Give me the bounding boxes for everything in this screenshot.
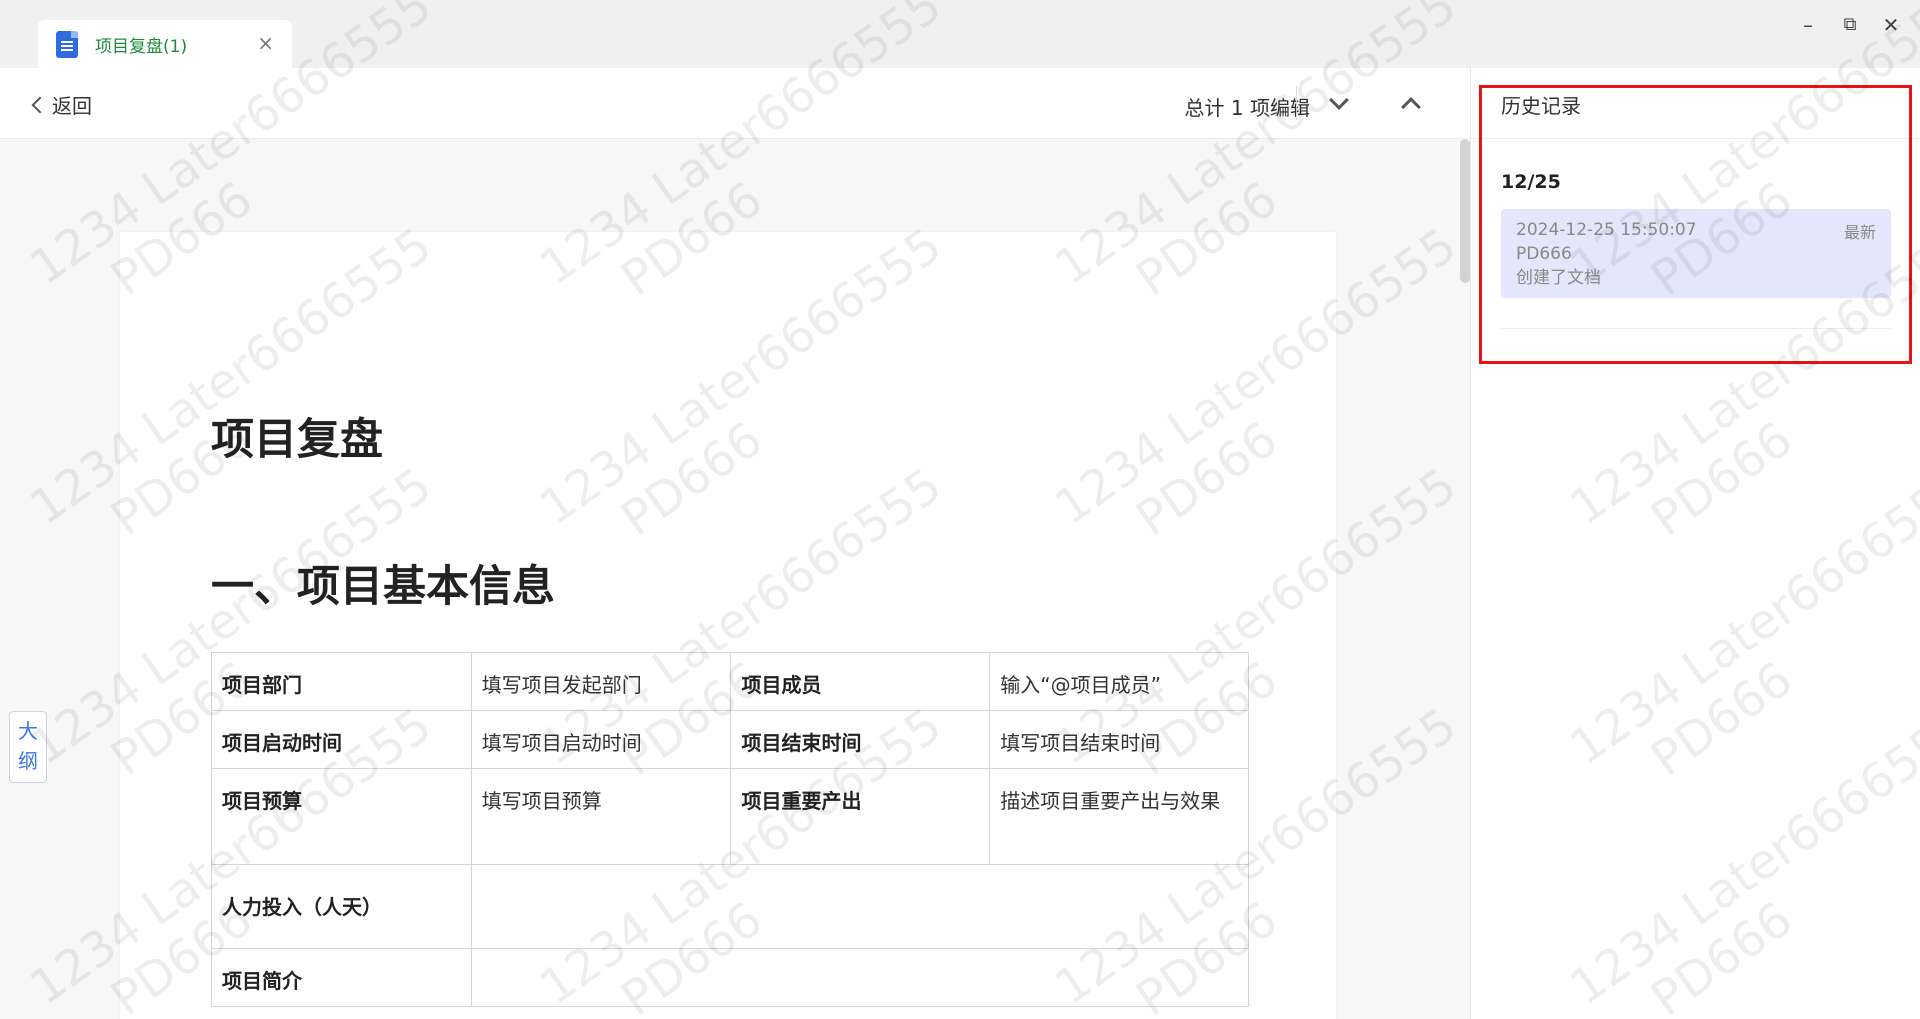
table-row: 项目简介 [211, 948, 1250, 1007]
tab-close-icon[interactable]: × [257, 32, 274, 54]
table-cell: 人力投入（人天） [211, 864, 472, 949]
document-title: 项目复盘 [211, 415, 383, 465]
table-cell: 项目重要产出 [730, 768, 991, 865]
table-cell: 项目简介 [211, 948, 472, 1007]
table-cell [470, 864, 1250, 949]
tab-title: 项目复盘(1) [95, 36, 188, 57]
close-window-icon[interactable]: ✕ [1876, 12, 1906, 38]
table-cell: 填写项目启动时间 [470, 710, 732, 769]
section-heading: 一、项目基本信息 [211, 562, 555, 612]
chevron-down-icon [1329, 90, 1349, 110]
table-cell: 填写项目预算 [470, 768, 732, 865]
toolbar-divider [1296, 86, 1297, 120]
table-row: 项目启动时间 填写项目启动时间 项目结束时间 填写项目结束时间 [211, 710, 1249, 769]
table-cell: 项目预算 [211, 768, 472, 865]
table-row: 项目预算 填写项目预算 项目重要产出 描述项目重要产出与效果 [211, 768, 1249, 865]
table-cell: 填写项目发起部门 [470, 652, 732, 711]
table-cell: 项目结束时间 [730, 710, 991, 769]
document-tab[interactable]: 项目复盘(1) × [38, 20, 292, 68]
restore-icon[interactable]: ⧉ [1835, 12, 1865, 38]
edit-count: 总计 1 项编辑 [1184, 96, 1310, 120]
table-cell: 项目启动时间 [211, 710, 472, 769]
next-edit-button[interactable] [1327, 90, 1351, 116]
project-info-table: 项目部门 填写项目发起部门 项目成员 输入“@项目成员” 项目启动时间 填写项目… [211, 652, 1250, 1007]
history-toolbar: 返回 总计 1 项编辑 [0, 68, 1470, 139]
document-scrollbar[interactable] [1460, 139, 1470, 283]
chevron-left-icon [31, 96, 49, 113]
chevron-up-icon [1401, 97, 1421, 117]
document-icon [56, 30, 78, 58]
table-row: 项目部门 填写项目发起部门 项目成员 输入“@项目成员” [211, 652, 1249, 711]
previous-edit-button[interactable] [1399, 92, 1423, 117]
table-row: 人力投入（人天） [211, 864, 1250, 949]
outline-button[interactable]: 大纲 [9, 711, 47, 783]
table-cell: 输入“@项目成员” [989, 652, 1249, 711]
minimize-icon[interactable]: – [1793, 12, 1823, 38]
table-cell: 项目成员 [730, 652, 991, 711]
back-button[interactable]: 返回 [30, 90, 92, 119]
document-area[interactable]: 项目复盘 一、项目基本信息 项目部门 填写项目发起部门 项目成员 输入“@项目成… [0, 139, 1470, 1019]
table-cell: 项目部门 [211, 652, 472, 711]
back-label: 返回 [52, 94, 92, 118]
table-cell: 描述项目重要产出与效果 [989, 768, 1249, 865]
document-page: 项目复盘 一、项目基本信息 项目部门 填写项目发起部门 项目成员 输入“@项目成… [120, 232, 1336, 1019]
table-cell: 填写项目结束时间 [989, 710, 1249, 769]
table-cell [470, 948, 1250, 1007]
highlight-box [1479, 85, 1912, 364]
title-bar: 项目复盘(1) × – ⧉ ✕ [0, 0, 1920, 68]
